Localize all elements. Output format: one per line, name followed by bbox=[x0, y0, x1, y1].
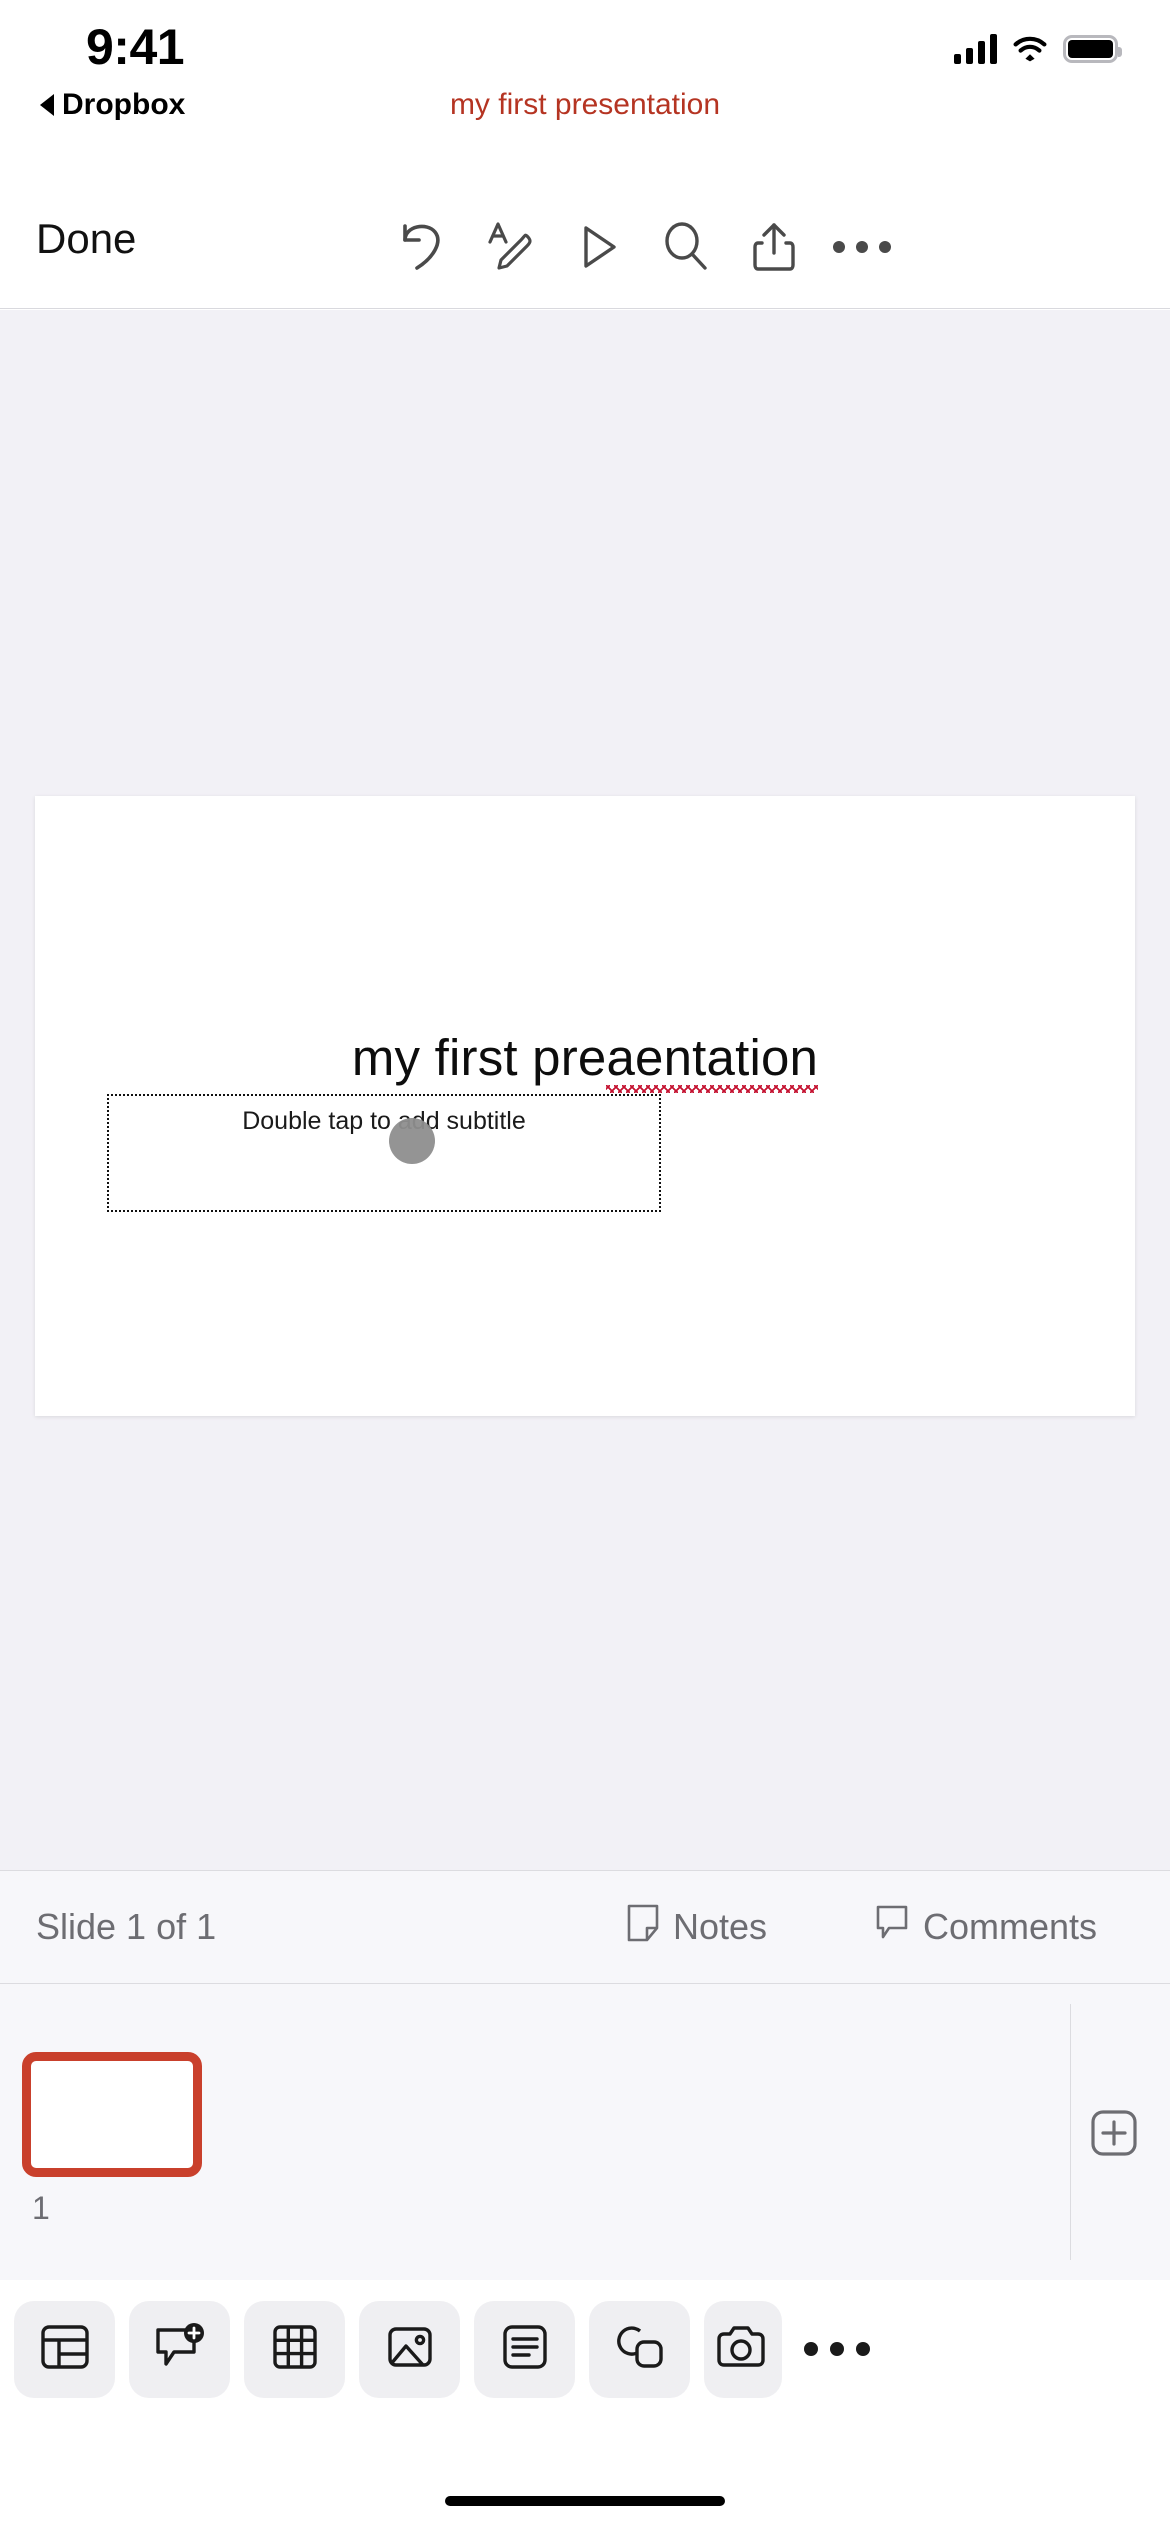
insert-layout-button[interactable] bbox=[14, 2300, 115, 2398]
slide-thumbnail-number: 1 bbox=[32, 2190, 50, 2226]
slide-subtitle-placeholder-text: Double tap to add subtitle bbox=[242, 1107, 526, 1135]
camera-icon bbox=[716, 2325, 766, 2374]
slide-subtitle-placeholder[interactable]: Double tap to add subtitle bbox=[107, 1094, 661, 1212]
slide-title-placeholder[interactable]: my first preaentation bbox=[35, 1028, 1135, 1087]
more-icon bbox=[804, 2342, 870, 2356]
done-button[interactable]: Done bbox=[36, 215, 136, 263]
undo-icon bbox=[393, 218, 451, 276]
image-icon bbox=[387, 2324, 433, 2375]
slide-thumbnail-1[interactable] bbox=[22, 2052, 202, 2177]
share-button[interactable] bbox=[730, 203, 818, 291]
slide-title-misspelled-word: aentation bbox=[606, 1029, 819, 1086]
notes-button[interactable]: Notes bbox=[627, 1904, 767, 1951]
slide-counter: Slide 1 of 1 bbox=[36, 1906, 217, 1947]
editor-toolbar: Done bbox=[0, 185, 1170, 309]
wifi-icon bbox=[1013, 35, 1047, 63]
more-icon bbox=[833, 240, 891, 253]
comments-label: Comments bbox=[923, 1906, 1098, 1947]
insert-comment-button[interactable] bbox=[129, 2300, 230, 2398]
insert-shapes-button[interactable] bbox=[589, 2300, 690, 2398]
insert-camera-button[interactable] bbox=[704, 2300, 782, 2398]
format-text-button[interactable] bbox=[466, 203, 554, 291]
table-icon bbox=[272, 2324, 318, 2375]
layout-icon bbox=[40, 2324, 90, 2375]
slide-status-bar: Slide 1 of 1 Notes Comments bbox=[0, 1870, 1170, 1984]
search-button[interactable] bbox=[642, 203, 730, 291]
add-slide-button[interactable] bbox=[1090, 2109, 1138, 2157]
document-title: my first presentation bbox=[449, 88, 721, 121]
insert-more-button[interactable] bbox=[804, 2342, 870, 2356]
insert-toolbar bbox=[0, 2280, 1170, 2418]
more-button[interactable] bbox=[818, 203, 906, 291]
add-comment-icon bbox=[154, 2322, 206, 2377]
present-button[interactable] bbox=[554, 203, 642, 291]
battery-icon bbox=[1063, 35, 1122, 63]
status-bar: 9:41 bbox=[0, 0, 1170, 92]
insert-table-button[interactable] bbox=[244, 2300, 345, 2398]
play-icon bbox=[569, 218, 627, 276]
insert-image-button[interactable] bbox=[359, 2300, 460, 2398]
plus-box-icon bbox=[1090, 2109, 1138, 2157]
slide-thumbnail-strip[interactable]: 1 bbox=[0, 1984, 1170, 2280]
home-indicator bbox=[445, 2496, 725, 2506]
search-icon bbox=[657, 218, 715, 276]
share-icon bbox=[745, 218, 803, 276]
status-bar-time: 9:41 bbox=[86, 19, 185, 75]
toolbar-actions bbox=[378, 185, 1170, 308]
note-page-icon bbox=[627, 1904, 659, 1951]
format-text-icon bbox=[481, 218, 539, 276]
slide-editor[interactable]: my first preaentation Double tap to add … bbox=[35, 796, 1135, 1416]
shapes-icon bbox=[615, 2323, 665, 2376]
comment-bubble-icon bbox=[875, 1904, 909, 1951]
slide-canvas[interactable]: my first preaentation Double tap to add … bbox=[0, 310, 1170, 1870]
status-bar-indicators bbox=[954, 34, 1122, 64]
thumbnail-strip-divider bbox=[1070, 2004, 1071, 2260]
undo-button[interactable] bbox=[378, 203, 466, 291]
text-box-icon bbox=[502, 2324, 548, 2375]
touch-indicator bbox=[389, 1118, 435, 1164]
notes-label: Notes bbox=[673, 1906, 768, 1947]
comments-button[interactable]: Comments bbox=[875, 1904, 1097, 1951]
cellular-signal-icon bbox=[954, 34, 997, 64]
slide-title-text: my first pre bbox=[351, 1029, 607, 1086]
insert-text-box-button[interactable] bbox=[474, 2300, 575, 2398]
